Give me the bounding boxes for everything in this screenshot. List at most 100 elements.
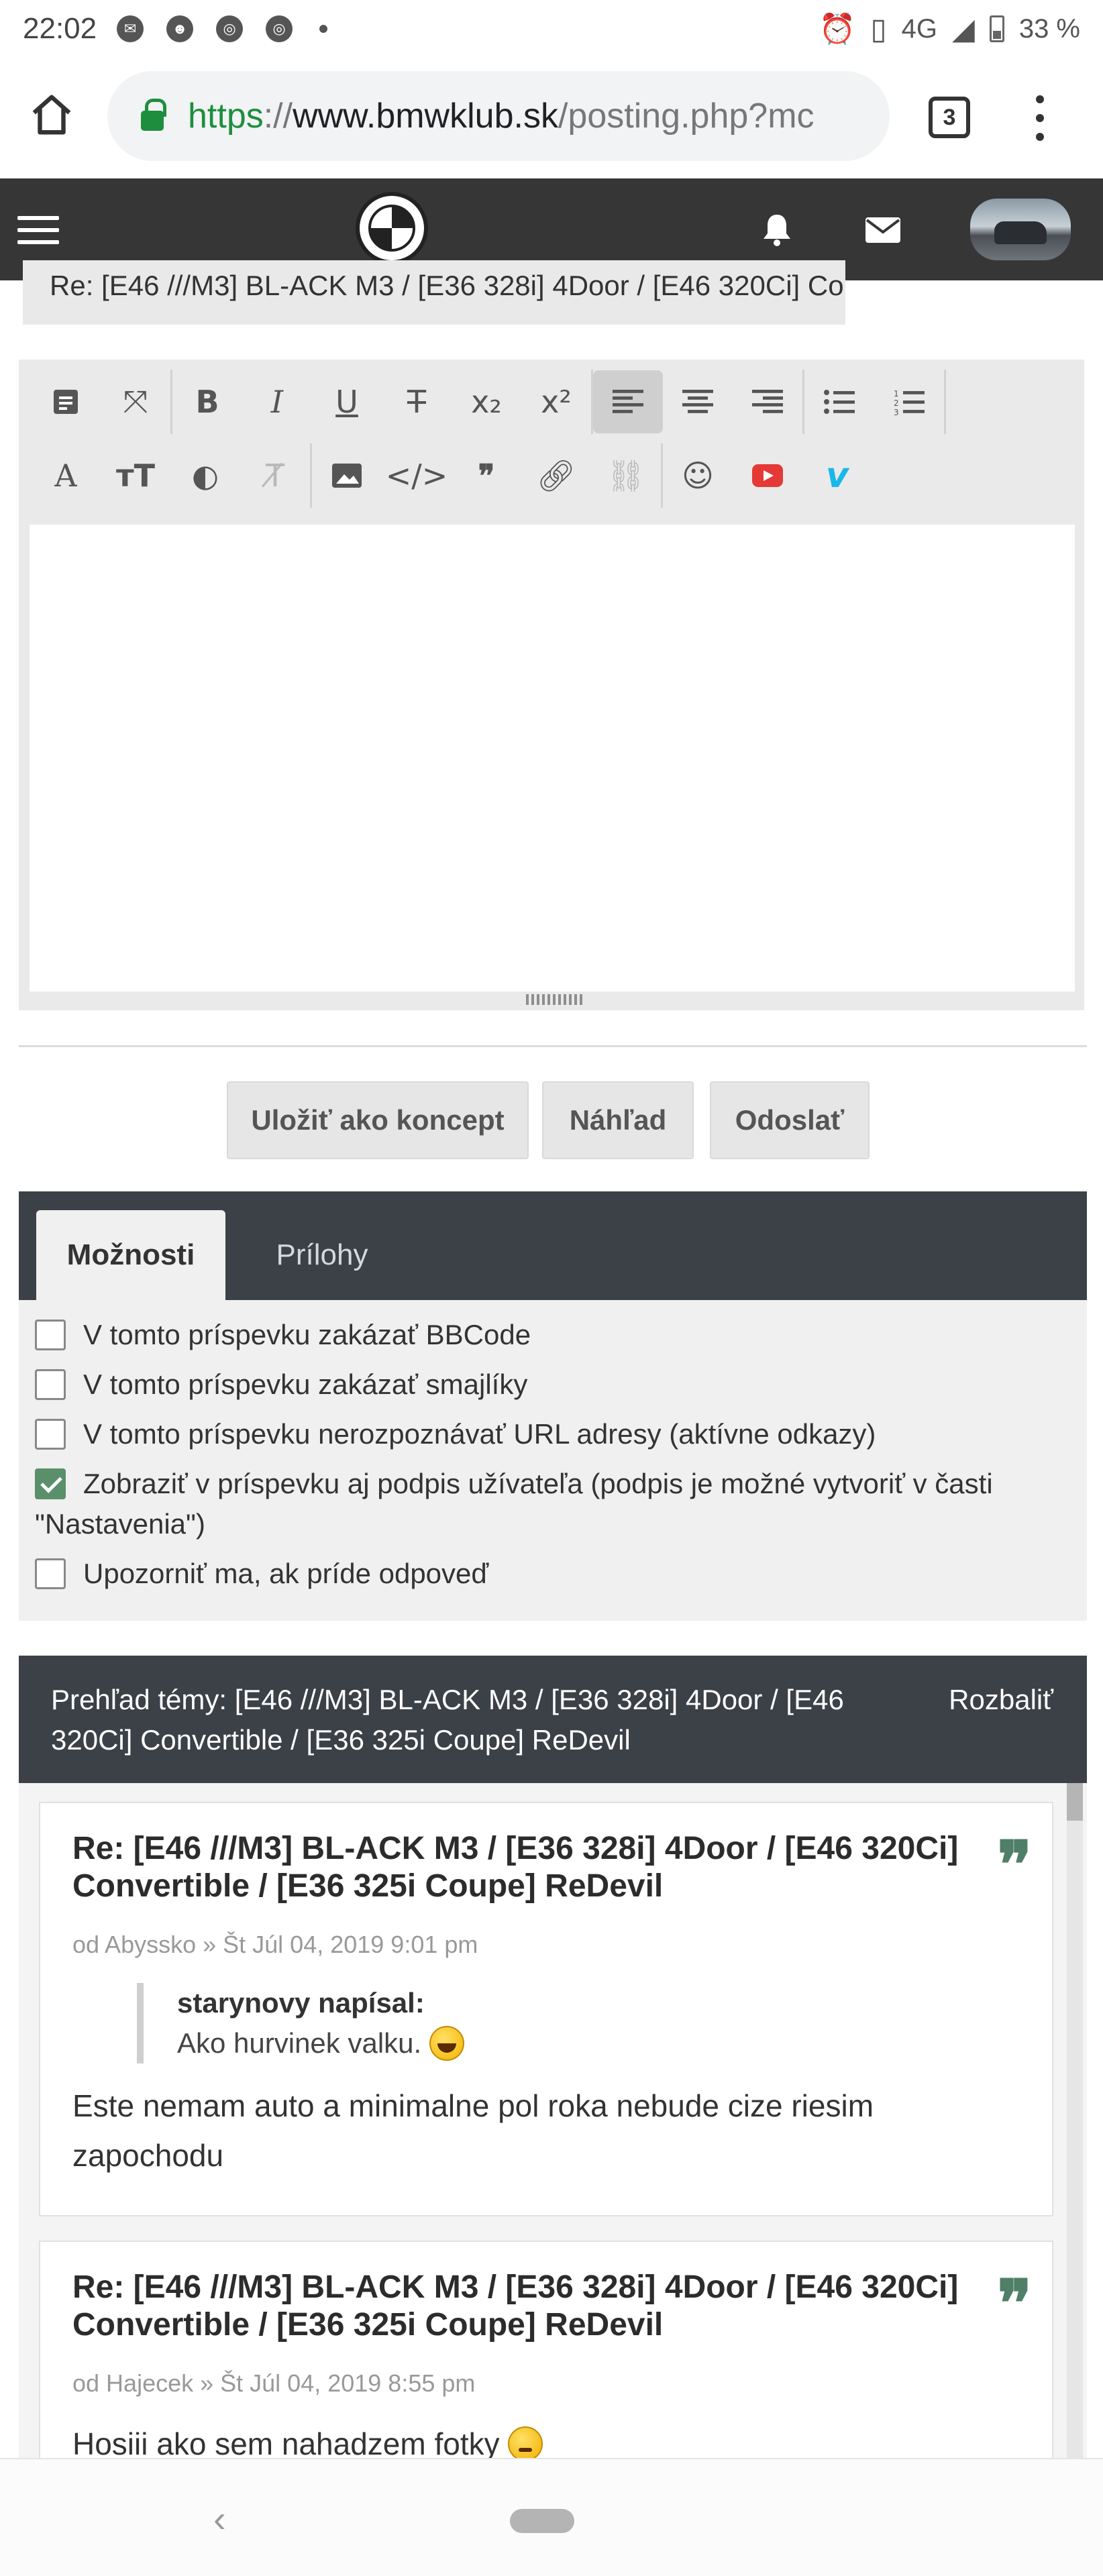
option-label: Upozorniť ma, ak príde odpoveď	[83, 1558, 489, 1589]
toolbar-divider	[944, 370, 946, 434]
image-icon[interactable]	[312, 444, 382, 507]
link-icon[interactable]: 🔗︎	[521, 444, 591, 507]
checkbox[interactable]	[35, 1419, 66, 1450]
align-left-icon[interactable]	[593, 370, 663, 433]
post-content: Este nemam auto a minimalne pol roka neb…	[72, 2088, 874, 2173]
topic-review-header: Prehľad témy: [E46 ///M3] BL-ACK M3 / [E…	[19, 1656, 1087, 1783]
divider	[19, 1045, 1087, 1047]
remove-format-icon[interactable]: T̸	[240, 444, 310, 507]
bold-icon[interactable]: B	[172, 370, 242, 433]
rich-text-editor: ⤧ B I U T x₂ x² 123 A ᴛT ◐ T̸ </> ❞ 🔗︎ ⛓…	[19, 360, 1084, 1010]
numbered-list-icon[interactable]: 123	[874, 370, 944, 433]
submit-button[interactable]: Odoslať	[710, 1081, 870, 1159]
bullet-list-icon[interactable]	[804, 370, 874, 433]
post-title[interactable]: Re: [E46 ///M3] BL-ACK M3 / [E36 328i] 4…	[72, 2269, 971, 2344]
subscript-icon[interactable]: x₂	[452, 370, 521, 433]
format-icon[interactable]	[31, 370, 101, 433]
italic-icon[interactable]: I	[242, 370, 312, 433]
svg-text:3: 3	[894, 408, 899, 415]
svg-text:1: 1	[894, 389, 899, 398]
svg-text:2: 2	[894, 398, 899, 408]
topic-review-title: Prehľad témy: [E46 ///M3] BL-ACK M3 / [E…	[51, 1684, 844, 1756]
thinking-smiley-icon	[507, 2426, 543, 2458]
option-disable-bbcode[interactable]: V tomto príspevku zakázať BBCode	[35, 1315, 1082, 1355]
resize-handle[interactable]	[526, 994, 584, 1005]
home-pill-icon[interactable]	[510, 2509, 574, 2533]
alarm-icon: ⏰	[819, 13, 856, 46]
superscript-icon[interactable]: x²	[521, 370, 591, 433]
subject-input[interactable]: Re: [E46 ///M3] BL-ACK M3 / [E36 328i] 4…	[23, 260, 845, 325]
fullscreen-icon[interactable]: ⤧	[101, 370, 170, 433]
signal-icon: ◢	[951, 12, 975, 46]
font-size-icon[interactable]: ᴛT	[101, 444, 170, 507]
status-time: 22:02	[23, 12, 97, 45]
tab-switcher-button[interactable]: 3	[929, 97, 970, 138]
vibrate-icon: ▯	[870, 12, 887, 46]
quote-author: starynovy napísal:	[177, 1987, 425, 2019]
mail-icon[interactable]	[865, 217, 900, 243]
chrome-icon-2: ◎	[266, 15, 293, 42]
avatar[interactable]	[970, 199, 1071, 260]
quote-post-icon[interactable]: ❞	[997, 1833, 1032, 1897]
home-icon[interactable]	[28, 91, 75, 138]
code-icon[interactable]: </>	[382, 444, 452, 507]
checkbox[interactable]	[35, 1558, 66, 1589]
battery-icon	[989, 15, 1004, 42]
post-title[interactable]: Re: [E46 ///M3] BL-ACK M3 / [E36 328i] 4…	[72, 1830, 971, 1905]
url-text[interactable]: https://www.bmwklub.sk/posting.php?mc	[188, 96, 815, 136]
underline-icon[interactable]: U	[312, 370, 382, 433]
editor-toolbar-row-1: ⤧ B I U T x₂ x² 123	[31, 365, 946, 439]
hamburger-menu-icon[interactable]	[17, 216, 59, 244]
browser-menu-icon[interactable]	[1027, 91, 1053, 145]
notification-dot-icon	[319, 25, 328, 33]
checkbox[interactable]	[35, 1320, 66, 1350]
align-center-icon[interactable]	[663, 370, 733, 433]
option-attach-signature[interactable]: Zobraziť v príspevku aj podpis užívateľa…	[35, 1464, 1082, 1544]
blockquote: starynovy napísal: Ako hurvinek valku.	[137, 1983, 1009, 2063]
unlink-icon[interactable]: ⛓︎	[591, 444, 661, 507]
option-disable-urls[interactable]: V tomto príspevku nerozpoznávať URL adre…	[35, 1414, 1082, 1454]
url-host: www.bmwklub.sk	[293, 97, 558, 136]
quote-post-icon[interactable]: ❞	[997, 2271, 1032, 2336]
scrollbar-thumb[interactable]	[1067, 1783, 1083, 1821]
url-path: /posting.php?mc	[558, 97, 815, 136]
mask-app-icon: ☻	[166, 15, 194, 42]
post-meta: od Hajecek » Št Júl 04, 2019 8:55 pm	[72, 2369, 476, 2397]
youtube-icon[interactable]	[733, 444, 802, 507]
message-textarea[interactable]	[30, 525, 1075, 991]
vimeo-icon[interactable]: v	[802, 444, 872, 507]
bell-icon[interactable]	[761, 212, 793, 247]
option-disable-smilies[interactable]: V tomto príspevku zakázať smajlíky	[35, 1364, 1082, 1405]
url-separator: ://	[263, 97, 293, 136]
preview-button[interactable]: Náhľad	[542, 1081, 694, 1159]
url-scheme: https	[188, 97, 264, 136]
option-notify-reply[interactable]: Upozorniť ma, ak príde odpoveď	[35, 1554, 1082, 1594]
network-type: 4G	[901, 13, 937, 44]
option-label: V tomto príspevku zakázať BBCode	[83, 1319, 531, 1350]
bmw-logo[interactable]	[356, 192, 428, 264]
emoji-icon[interactable]: ☺	[663, 444, 733, 507]
battery-level: 33 %	[1018, 13, 1080, 44]
align-right-icon[interactable]	[733, 370, 802, 433]
address-bar[interactable]: https://www.bmwklub.sk/posting.php?mc	[107, 71, 890, 161]
tab-options[interactable]: Možnosti	[36, 1210, 225, 1300]
font-icon[interactable]: A	[31, 444, 101, 507]
strikethrough-icon[interactable]: T	[382, 370, 452, 433]
quote-icon[interactable]: ❞	[452, 444, 521, 507]
save-draft-button[interactable]: Uložiť ako koncept	[227, 1081, 529, 1159]
editor-toolbar-row-2: A ᴛT ◐ T̸ </> ❞ 🔗︎ ⛓︎ ☺ v	[31, 439, 872, 513]
system-nav-bar: ‹	[0, 2458, 1103, 2576]
color-icon[interactable]: ◐	[170, 444, 240, 507]
expand-link[interactable]: Rozbaliť	[949, 1680, 1053, 1720]
review-scrollbar[interactable]	[1067, 1783, 1083, 2458]
back-icon[interactable]: ‹	[213, 2497, 226, 2540]
review-post: Re: [E46 ///M3] BL-ACK M3 / [E36 328i] 4…	[39, 1802, 1053, 2216]
options-panel: Možnosti Prílohy V tomto príspevku zakáz…	[19, 1191, 1087, 1621]
quote-text: Ako hurvinek valku.	[177, 2023, 1009, 2063]
checkbox-checked[interactable]	[35, 1468, 66, 1499]
post-content: Hosiii ako sem nahadzem fotky	[72, 2419, 1025, 2458]
topic-review-list[interactable]: Re: [E46 ///M3] BL-ACK M3 / [E36 328i] 4…	[19, 1783, 1087, 2458]
checkbox[interactable]	[35, 1369, 66, 1400]
post-content-text: Hosiii ako sem nahadzem fotky	[72, 2426, 500, 2458]
tab-attachments[interactable]: Prílohy	[242, 1210, 403, 1300]
